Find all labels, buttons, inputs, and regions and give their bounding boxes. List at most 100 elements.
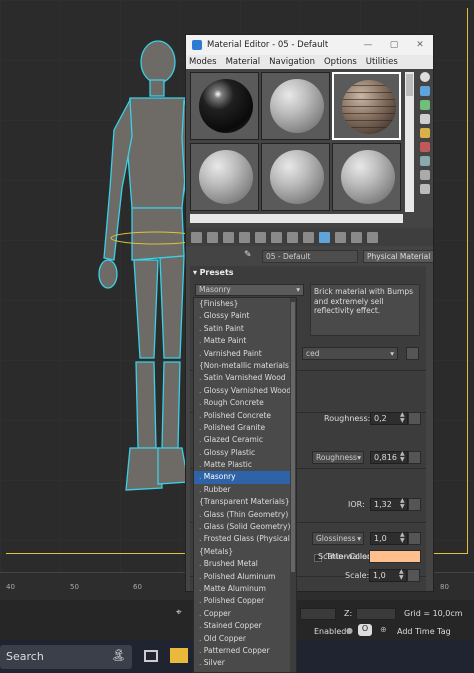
preset-option[interactable]: Glazed Ceramic (194, 434, 296, 446)
preset-option[interactable]: Polished Copper (194, 595, 296, 607)
taskbar-search[interactable]: Search 🏝 (0, 645, 132, 669)
preset-option[interactable]: Matte Plastic (194, 459, 296, 471)
dot-icon[interactable]: ● (346, 626, 353, 635)
crosshair-icon[interactable]: ⌖ (176, 607, 182, 618)
show-shaded-material-icon[interactable] (319, 231, 330, 243)
menu-material[interactable]: Material (226, 55, 261, 69)
put-to-scene-icon[interactable] (207, 231, 218, 243)
glossiness-map-button[interactable] (408, 532, 421, 545)
video-color-check-icon[interactable] (420, 128, 430, 138)
select-by-material-icon[interactable] (420, 170, 430, 180)
preset-option[interactable]: Brushed Metal (194, 558, 296, 570)
scroll-thumb[interactable] (291, 302, 295, 572)
preset-option[interactable]: Patterned Copper (194, 645, 296, 657)
go-to-parent-icon[interactable] (351, 231, 362, 243)
preset-option[interactable]: Stained Copper (194, 620, 296, 632)
maximize-button[interactable]: ▢ (381, 40, 407, 50)
scatter-color-swatch[interactable] (369, 550, 421, 563)
z-coordinate-field[interactable] (356, 608, 396, 620)
preset-option[interactable]: Varnished Paint (194, 348, 296, 360)
sample-type-sphere-icon[interactable] (420, 72, 430, 82)
preset-option[interactable]: Polished Granite (194, 422, 296, 434)
ior-spinner[interactable]: ▲ ▼ (400, 498, 408, 511)
glossiness-mode-dropdown[interactable]: Glossiness ▾ (312, 532, 364, 545)
roughness-map-button[interactable] (408, 412, 421, 425)
scroll-thumb[interactable] (406, 74, 413, 96)
preset-option[interactable]: Glossy Paint (194, 310, 296, 322)
scale-spinner[interactable]: ▲ ▼ (399, 569, 407, 582)
slots-vertical-scrollbar[interactable] (405, 72, 414, 212)
add-time-tag-button[interactable]: Add Time Tag (397, 627, 451, 636)
put-to-library-icon[interactable] (287, 231, 298, 243)
menu-options[interactable]: Options (324, 55, 357, 69)
menu-modes[interactable]: Modes (189, 55, 217, 69)
ior-map-button[interactable] (408, 498, 421, 511)
menu-utilities[interactable]: Utilities (366, 55, 398, 69)
make-unique-icon[interactable] (271, 231, 282, 243)
title-bar[interactable]: Material Editor - 05 - Default — ▢ ✕ (186, 35, 433, 55)
humanoid-model[interactable] (70, 38, 200, 528)
dropdown-scrollbar[interactable] (290, 298, 296, 672)
preset-option[interactable]: Masonry (194, 471, 296, 484)
material-navigator-icon[interactable] (420, 184, 430, 194)
get-material-icon[interactable] (191, 231, 202, 243)
make-preview-icon[interactable] (420, 142, 430, 152)
roughness-secondary-map-button[interactable] (408, 451, 421, 464)
assign-to-selection-icon[interactable] (223, 231, 234, 243)
presets-rollout-header[interactable]: Presets (190, 266, 426, 279)
scale-map-button[interactable] (407, 569, 420, 582)
material-name-field[interactable]: 05 - Default (262, 249, 358, 263)
preset-option[interactable]: Matte Aluminum (194, 583, 296, 595)
sample-slot-2[interactable] (261, 72, 330, 140)
close-button[interactable]: ✕ (407, 40, 433, 50)
tag-icon[interactable]: ⊕ (380, 625, 387, 634)
key-icon[interactable]: O (358, 624, 372, 636)
file-explorer-icon[interactable] (170, 648, 188, 663)
sample-slot-4[interactable] (190, 143, 259, 211)
preset-dropdown[interactable]: Masonry ▾ (195, 284, 304, 296)
preset-option[interactable]: Glossy Plastic (194, 447, 296, 459)
preset-option[interactable]: Copper (194, 608, 296, 620)
sample-slot-5[interactable] (261, 143, 330, 211)
y-coordinate-field[interactable] (300, 608, 336, 620)
material-id-icon[interactable] (303, 231, 314, 243)
make-copy-icon[interactable] (255, 231, 266, 243)
task-view-icon[interactable] (144, 650, 158, 662)
sample-slot-6[interactable] (332, 143, 401, 211)
preset-option[interactable]: Satin Varnished Wood (194, 372, 296, 384)
window-title: Material Editor - 05 - Default (207, 40, 329, 50)
sample-uv-tiling-icon[interactable] (420, 114, 430, 124)
preset-option[interactable]: Rough Concrete (194, 397, 296, 409)
save-preset-icon[interactable] (406, 347, 419, 360)
reset-map-icon[interactable] (239, 231, 250, 243)
preset-option[interactable]: Glass (Solid Geometry) (194, 521, 296, 533)
options-icon[interactable] (420, 156, 430, 166)
minimize-button[interactable]: — (355, 40, 381, 50)
preset-dropdown-list[interactable]: {Finishes}Glossy PaintSatin PaintMatte P… (193, 297, 297, 673)
preset-option[interactable]: Silver (194, 657, 296, 669)
menu-navigation[interactable]: Navigation (269, 55, 315, 69)
eyedropper-icon[interactable]: ✎ (244, 250, 258, 262)
preset-option[interactable]: Frosted Glass (Physical) (194, 533, 296, 545)
roughness-mode-dropdown[interactable]: Roughness ▾ (312, 451, 364, 464)
roughness-spinner[interactable]: ▲ ▼ (400, 412, 408, 425)
slots-horizontal-scrollbar[interactable] (190, 214, 403, 223)
preset-option[interactable]: Old Copper (194, 633, 296, 645)
sample-slot-1[interactable] (190, 72, 259, 140)
preset-option[interactable]: Glass (Thin Geometry) (194, 509, 296, 521)
preset-option[interactable]: Glossy Varnished Wood (194, 385, 296, 397)
glossiness-spinner[interactable]: ▲ ▼ (400, 532, 408, 545)
backlight-icon[interactable] (420, 86, 430, 96)
material-type-button[interactable]: Physical Material (363, 249, 433, 263)
show-end-result-icon[interactable] (335, 231, 346, 243)
preset-option[interactable]: Rubber (194, 484, 296, 496)
preset-option[interactable]: Matte Paint (194, 335, 296, 347)
go-forward-to-sibling-icon[interactable] (367, 231, 378, 243)
sample-slot-3[interactable] (332, 72, 401, 140)
preset-option[interactable]: Polished Concrete (194, 410, 296, 422)
mode-dropdown[interactable]: ced ▾ (302, 347, 398, 360)
roughness-secondary-spinner[interactable]: ▲ ▼ (400, 451, 408, 464)
preset-option[interactable]: Polished Aluminum (194, 571, 296, 583)
background-checker-icon[interactable] (420, 100, 430, 110)
preset-option[interactable]: Satin Paint (194, 323, 296, 335)
